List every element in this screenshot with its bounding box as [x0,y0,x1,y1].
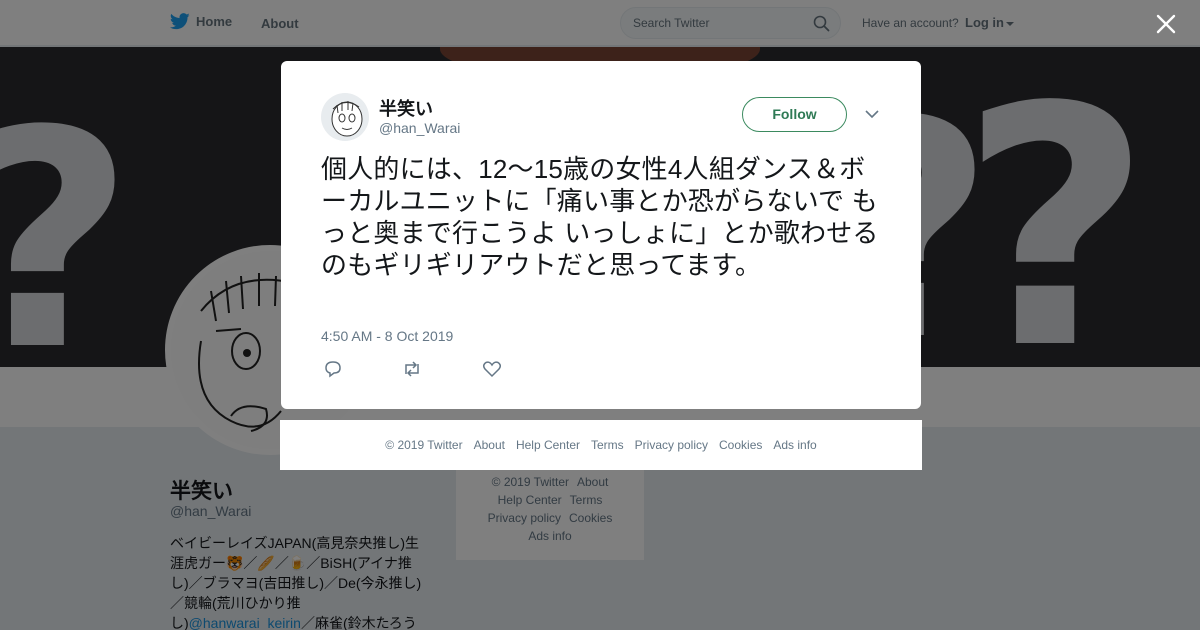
close-icon[interactable] [1155,13,1177,35]
avatar-drawing-small [321,93,369,141]
footer-about-link[interactable]: About [474,438,505,452]
tweet-author-handle[interactable]: @han_Warai [379,120,460,136]
tweet-author-name[interactable]: 半笑い [379,95,433,121]
footer-copyright: © 2019 Twitter [385,438,463,452]
footer-help-link[interactable]: Help Center [516,438,580,452]
footer-cookies-link[interactable]: Cookies [719,438,762,452]
tweet-timestamp[interactable]: 4:50 AM - 8 Oct 2019 [321,328,453,344]
follow-button[interactable]: Follow [742,97,847,132]
like-icon[interactable] [482,360,502,378]
footer-privacy-link[interactable]: Privacy policy [635,438,708,452]
modal-footer: © 2019 Twitter About Help Center Terms P… [280,420,922,470]
retweet-icon[interactable] [402,360,422,378]
tweet-modal: 半笑い @han_Warai Follow 個人的には、12〜15歳の女性4人組… [281,61,921,409]
reply-icon[interactable] [323,360,343,378]
tweet-text: 個人的には、12〜15歳の女性4人組ダンス＆ボーカルユニットに「痛い事とか恐がら… [321,154,879,280]
tweet-author-avatar[interactable] [321,93,369,141]
chevron-down-icon[interactable] [865,109,879,119]
footer-terms-link[interactable]: Terms [591,438,624,452]
footer-ads-link[interactable]: Ads info [773,438,816,452]
